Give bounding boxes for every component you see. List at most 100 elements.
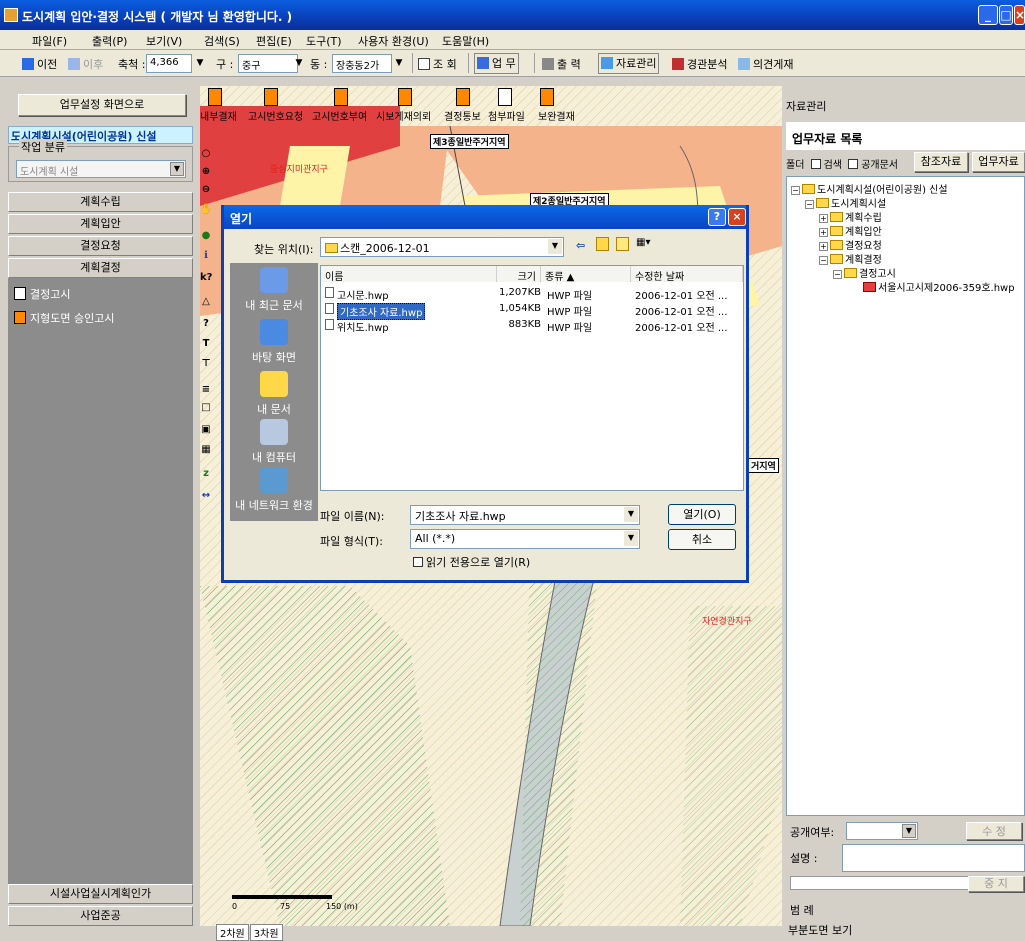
place-network[interactable]: 내 네트워크 환경 [230,467,318,513]
open-button[interactable]: 열기(O) [668,504,736,525]
work-data-button[interactable]: 업무자료 [972,152,1025,172]
edit-button[interactable]: 수 정 [966,822,1022,840]
category-select[interactable]: 도시계획 시설 ▼ [16,160,186,178]
chevron-down-icon[interactable]: ▼ [624,531,638,546]
notice-assign-icon[interactable] [334,88,348,106]
query-button[interactable]: 조 회 [418,56,457,72]
nav-decision[interactable]: 계획결정 [8,258,193,278]
chevron-down-icon[interactable]: ▼ [170,162,184,176]
dong-select[interactable]: 장충동2가 [332,54,392,73]
new-folder-icon[interactable] [616,237,629,251]
chevron-down-icon[interactable]: ▼ [548,239,562,254]
info-icon[interactable]: ℹ [200,250,212,262]
back-button[interactable]: 이전 [22,56,57,72]
menu-edit[interactable]: 편집(E) [256,33,292,49]
public-flag-select[interactable]: ▼ [846,822,918,840]
work-button[interactable]: 업 무 [474,53,519,74]
tab-2d[interactable]: 2차원 [216,924,249,941]
opinion-button[interactable]: 의견게재 [738,56,793,72]
cancel-button[interactable]: 취소 [668,529,736,550]
zoom-window-icon[interactable]: ○ [200,148,212,160]
list-item[interactable]: 지형도면 승인고시 [14,310,114,326]
look-in-select[interactable]: 스캔_2006-12-01 ▼ [320,237,564,257]
measure-icon[interactable]: △ [200,296,212,308]
collapse-icon[interactable]: − [805,200,814,209]
readonly-checkbox[interactable] [413,557,423,567]
menu-file[interactable]: 파일(F) [32,33,67,49]
menu-tools[interactable]: 도구(T) [306,33,342,49]
scale-input[interactable]: 4,366 [146,54,192,73]
table-row[interactable]: 위치도.hwp 883KB HWP 파일 2006-12-01 오전 ... [323,318,739,334]
gu-dropdown-icon[interactable]: ▼ [292,54,306,73]
tree-node[interactable]: 서울시고시제2006-359호.hwp [863,279,1015,294]
collapse-icon[interactable]: − [791,186,800,195]
query-pointer-icon[interactable]: k? [200,272,212,284]
menu-print[interactable]: 출력(P) [92,33,127,49]
table-row[interactable]: 기초조사 자료.hwp 1,054KB HWP 파일 2006-12-01 오전… [323,302,739,320]
frame-icon[interactable]: □ [200,402,212,414]
maximize-icon[interactable]: □ [999,5,1013,25]
menu-view[interactable]: 보기(V) [146,33,182,49]
nav-implementation[interactable]: 시설사업실시계획인가 [8,884,193,904]
globe-icon[interactable]: ● [200,230,212,242]
tree-node[interactable]: − 도시계획시설(어린이공원) 신설 [791,181,948,196]
nav-completion[interactable]: 사업준공 [8,906,193,926]
nav-proposal[interactable]: 계획입안 [8,214,193,234]
back-folder-icon[interactable]: ⇦ [576,239,585,252]
collapse-icon[interactable]: − [833,270,842,279]
place-desktop[interactable]: 바탕 화면 [230,319,318,365]
help-icon[interactable]: ? [708,208,726,226]
tree-node[interactable]: + 결정요청 [819,237,882,252]
dimension-icon[interactable]: ⊤ [200,358,212,370]
nav-plan[interactable]: 계획수립 [8,192,193,212]
close-icon[interactable]: × [1014,5,1025,25]
col-type[interactable]: 종류 ▲ [541,266,631,283]
expand-icon[interactable]: + [819,242,828,251]
zoom-in-icon[interactable]: ⊕ [200,166,212,178]
place-my-documents[interactable]: 내 문서 [230,371,318,417]
work-screen-button[interactable]: 업무설정 화면으로 [18,94,186,116]
menu-search[interactable]: 검색(S) [204,33,240,49]
public-checkbox[interactable] [848,159,859,169]
filetype-select[interactable]: All (*.*) ▼ [410,529,640,549]
nav-request[interactable]: 결정요청 [8,236,193,256]
forward-button[interactable]: 이후 [68,56,103,72]
list-item[interactable]: 결정고시 [14,286,70,302]
zoom-out-icon[interactable]: ⊖ [200,184,212,196]
filename-input[interactable]: 기초조사 자료.hwp ▼ [410,505,640,525]
tree-node[interactable]: − 도시계획시설 [805,195,886,210]
tree-node[interactable]: − 계획결정 [819,251,882,266]
resize-arrows-icon[interactable]: ↔ [200,490,212,502]
collapse-icon[interactable]: − [819,256,828,265]
approval-icon[interactable] [208,88,222,106]
view-menu-icon[interactable]: ▦▾ [636,237,650,248]
gu-select[interactable]: 중구 [238,54,298,73]
notify-icon[interactable] [456,88,470,106]
col-date[interactable]: 수정한 날짜 [631,266,743,283]
chevron-down-icon[interactable]: ▼ [624,507,638,522]
scale-dropdown-icon[interactable]: ▼ [193,54,207,73]
list-icon[interactable]: ≡ [200,384,212,396]
text-icon[interactable]: T [200,338,212,350]
expand-icon[interactable]: + [819,228,828,237]
col-name[interactable]: 이름 [321,266,497,283]
readonly-option[interactable]: 읽기 전용으로 열기(R) [410,554,530,570]
tree-node[interactable]: + 계획입안 [819,223,882,238]
search-checkbox[interactable] [810,159,821,169]
close-icon[interactable]: × [728,208,746,226]
reference-button[interactable]: 참조자료 [914,152,968,172]
place-recent[interactable]: 내 최근 문서 [230,267,318,313]
tree-node[interactable]: + 계획수립 [819,209,882,224]
description-field[interactable] [842,844,1025,872]
partial-view-label[interactable]: 부분도면 보기 [788,922,852,938]
notice-request-icon[interactable] [264,88,278,106]
supplement-icon[interactable] [540,88,554,106]
menu-user-env[interactable]: 사용자 환경(U) [358,33,429,49]
col-size[interactable]: 크기 [497,266,541,283]
grid-icon[interactable]: ▦ [200,444,212,456]
expand-icon[interactable]: + [819,214,828,223]
menu-help[interactable]: 도움말(H) [442,33,489,49]
chevron-down-icon[interactable]: ▼ [902,824,916,838]
tree-node[interactable]: − 결정고시 [833,265,896,280]
print-button[interactable]: 출 력 [542,56,581,72]
